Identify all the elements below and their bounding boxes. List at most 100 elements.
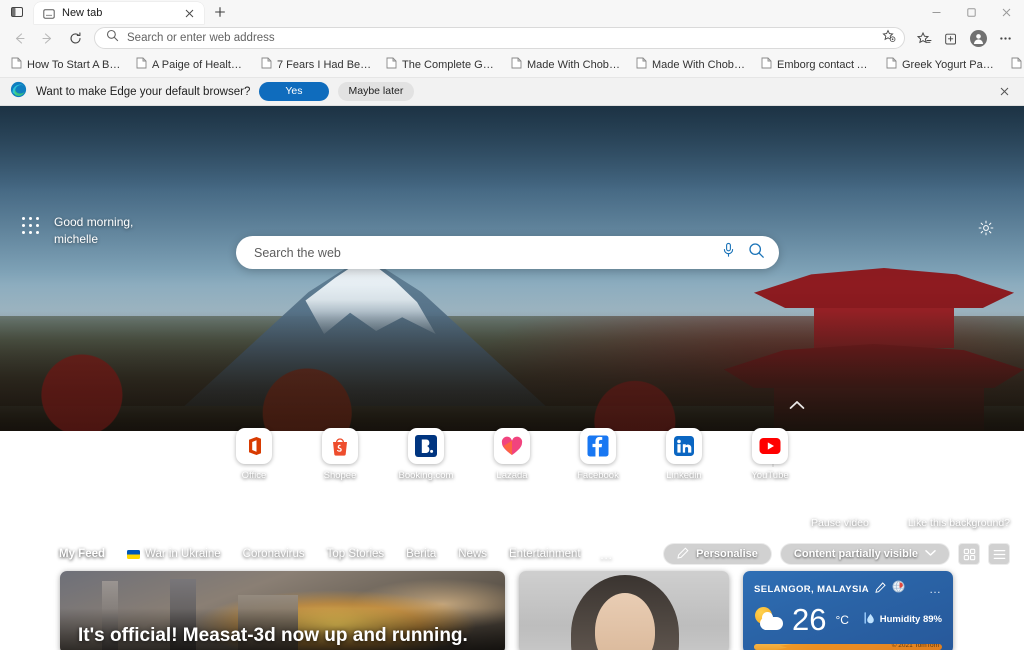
article-thumbnail [519,571,729,650]
bookmark-item[interactable]: Emborg contact Asia [754,54,879,76]
bookmark-item[interactable]: 7 Fears I Had Befor... [254,54,379,76]
web-search-box[interactable]: Search the web [236,236,779,269]
news-feed: It's official! Measat-3d now up and runn… [0,571,1024,650]
shopee-icon [322,428,358,464]
list-layout-icon[interactable] [988,543,1010,565]
feed-tab-label: News [458,548,487,560]
bookmark-label: Emborg contact Asia [777,58,872,71]
collections-icon[interactable] [938,26,964,50]
hamburger-icon[interactable] [14,543,40,565]
greeting-block: Good morning, michelle [22,214,133,249]
lazada-icon [494,428,530,464]
quick-link-booking[interactable]: Booking.com [395,428,457,481]
back-arrow-icon[interactable] [6,26,32,50]
pencil-icon[interactable] [875,580,886,598]
add-favorite-icon[interactable] [882,29,896,48]
bookmark-item[interactable]: Greek Yogurt Panca... [879,54,1004,76]
bookmark-label: 7 Fears I Had Befor... [277,58,372,71]
bookmark-item[interactable]: How To Start A Blo... [4,54,129,76]
refresh-icon[interactable] [62,26,88,50]
tab-actions-icon[interactable] [0,0,34,24]
feed-tabs-more-button[interactable]: … [592,547,622,562]
personalise-button[interactable]: Personalise [663,543,772,565]
app-launcher-icon[interactable] [22,217,40,235]
window-controls [919,0,1024,24]
bookmark-label: A Paige of Health -... [152,58,247,71]
address-bar-input[interactable]: Search or enter web address [127,32,874,44]
quick-link-facebook[interactable]: Facebook [567,428,629,481]
favorites-icon[interactable] [911,26,937,50]
search-submit-icon[interactable] [748,242,765,264]
weather-current: 26 °C Humidity 89% [754,604,942,635]
bookmark-item[interactable]: Chocolate Chip Pea... [1004,54,1024,76]
bookmarks-bar: How To Start A Blo... A Paige of Health … [0,52,1024,78]
feed-tab-top-stories[interactable]: Top Stories [316,544,396,564]
feed-tab-label: War in Ukraine [145,548,221,560]
feed-tab-coronavirus[interactable]: Coronavirus [232,544,316,564]
search-input[interactable]: Search the web [254,246,709,260]
quick-link-shopee[interactable]: Shopee [309,428,371,481]
pause-video-button[interactable]: Pause video [794,516,869,530]
greeting-line-1: Good morning, [54,215,134,229]
address-bar[interactable]: Search or enter web address [94,27,905,49]
feed-tab-news[interactable]: News [447,544,498,564]
weather-more-button[interactable]: … [929,582,942,596]
grid-layout-icon[interactable] [958,543,980,565]
close-button[interactable] [989,0,1024,24]
pencil-icon [677,546,689,562]
banner-close-icon[interactable] [994,82,1014,102]
news-card-lead[interactable]: It's official! Measat-3d now up and runn… [60,571,505,650]
weather-provider-icon [892,580,905,598]
make-default-later-button[interactable]: Maybe later [337,82,415,101]
weather-card[interactable]: SELANGOR, MALAYSIA … 26 °C Humidity 89% … [743,571,953,650]
bookmark-item[interactable]: Made With Choban... [629,54,754,76]
feed-tab-my-feed[interactable]: My Feed [48,544,116,564]
forward-arrow-icon[interactable] [34,26,60,50]
weather-map[interactable]: Kuala Kubu Baharu Kuala Lumpu Petaling S… [754,644,942,650]
quick-link-lazada[interactable]: Lazada [481,428,543,481]
content-visibility-dropdown[interactable]: Content partially visible [779,543,950,565]
page-icon [136,56,147,74]
scroll-up-chevron-up-icon[interactable] [789,397,805,415]
pause-icon [794,516,804,530]
newtab-icon [43,7,55,19]
quick-link-youtube[interactable]: YouTube [739,428,801,481]
quick-link-label: Linkedin [666,470,702,481]
page-icon [636,56,647,74]
pause-video-label: Pause video [811,516,869,529]
default-browser-banner: Want to make Edge your default browser? … [0,78,1024,106]
bookmark-item[interactable]: The Complete Guid... [379,54,504,76]
like-background-button[interactable]: Like this background? [889,515,1010,530]
bookmark-label: Greek Yogurt Panca... [902,58,997,71]
search-area: Search the web [236,236,779,269]
quick-link-linkedin[interactable]: Linkedin [653,428,715,481]
microphone-icon[interactable] [721,242,736,263]
settings-and-more-icon[interactable] [992,26,1018,50]
feed-tab-war-in-ukraine[interactable]: War in Ukraine [116,544,232,564]
partly-cloudy-icon [754,606,784,633]
tab-close-icon[interactable] [181,5,197,21]
tab-new-tab[interactable]: New tab [34,2,204,24]
quick-link-label: YouTube [751,470,789,481]
minimize-button[interactable] [919,0,954,24]
bookmark-item[interactable]: Made With Choban... [504,54,629,76]
make-default-yes-button[interactable]: Yes [259,82,329,101]
feed-tab-entertainment[interactable]: Entertainment [498,544,592,564]
quick-link-label: Lazada [496,470,528,481]
quick-link-office[interactable]: Office [223,428,285,481]
bookmark-label: How To Start A Blo... [27,58,122,71]
booking-icon [408,428,444,464]
page-settings-gear-icon[interactable] [978,220,994,241]
news-card-secondary[interactable]: BH Berita Harian · 11h ago Menteri Peran… [519,571,729,650]
background-video-controls: Pause video Like this background? [794,515,1010,530]
maximize-button[interactable] [954,0,989,24]
profile-avatar[interactable] [965,26,991,50]
feed-tab-berita[interactable]: Berita [395,544,447,564]
quick-link-label: Booking.com [398,470,454,481]
greeting-text: Good morning, michelle [54,214,133,249]
weather-unit: °C [835,612,849,627]
humidity-droplet-icon [864,612,875,627]
new-tab-button[interactable] [210,2,230,22]
page-icon [11,56,22,74]
bookmark-item[interactable]: A Paige of Health -... [129,54,254,76]
